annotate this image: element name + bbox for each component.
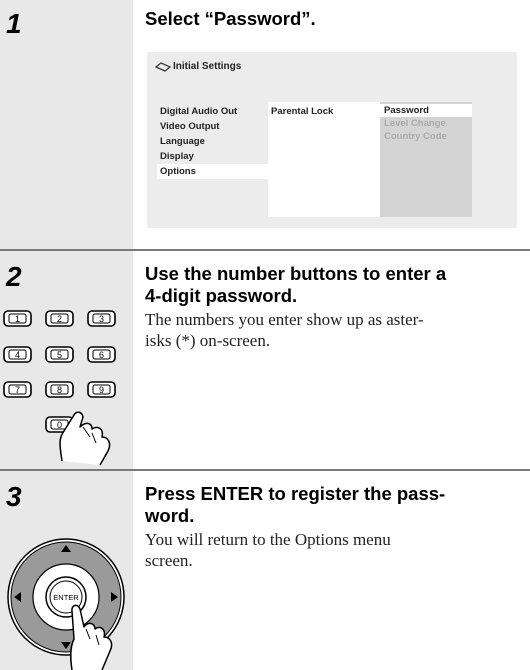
- menu-item-digital-audio-out[interactable]: Digital Audio Out: [160, 104, 268, 119]
- option-password[interactable]: Password: [380, 104, 472, 117]
- submenu-panel: Parental Lock: [268, 102, 380, 217]
- disc-icon: [155, 62, 171, 72]
- title-line: word.: [145, 505, 195, 526]
- key-2: 2: [45, 310, 74, 327]
- key-7: 7: [3, 381, 32, 398]
- menu-item-video-output[interactable]: Video Output: [160, 119, 268, 134]
- menu-item-display[interactable]: Display: [160, 149, 268, 164]
- key-label: 6: [99, 350, 104, 360]
- menu-item-options[interactable]: Options: [157, 164, 268, 179]
- menu-item-language[interactable]: Language: [160, 134, 268, 149]
- title-line: 4-digit password.: [145, 285, 298, 306]
- title-line: Use the number buttons to enter a: [145, 263, 447, 284]
- step-3: 3 Press ENTER to register the pass- word…: [0, 471, 530, 670]
- body-line: isks (*) on-screen.: [145, 331, 271, 350]
- title-line: Press ENTER to register the pass-: [145, 483, 446, 504]
- key-1: 1: [3, 310, 32, 327]
- settings-menu: Digital Audio Out Video Output Language …: [157, 104, 268, 179]
- submenu-item-parental-lock[interactable]: Parental Lock: [268, 104, 380, 119]
- key-label: 1: [15, 314, 20, 324]
- body-line: screen.: [145, 551, 193, 570]
- step-title: Press ENTER to register the pass- word.: [145, 483, 445, 527]
- key-label: 7: [15, 385, 20, 395]
- key-label: 2: [57, 314, 62, 324]
- key-4: 4: [3, 346, 32, 363]
- key-label: 9: [99, 385, 104, 395]
- remote-dpad-illustration: ENTER: [7, 538, 125, 670]
- body-line: You will return to the Options menu: [145, 530, 391, 549]
- key-label: 0: [57, 420, 62, 430]
- number-keypad-illustration: 1 2 3 4 5 6 7 8 9 0: [3, 310, 116, 466]
- key-9: 9: [87, 381, 116, 398]
- key-label: 8: [57, 385, 62, 395]
- step-body: The numbers you enter show up as aster- …: [145, 309, 525, 351]
- step-body: You will return to the Options menu scre…: [145, 529, 525, 571]
- key-label: 3: [99, 314, 104, 324]
- option-level-change: Level Change: [384, 118, 446, 129]
- step-title: Select “Password”.: [145, 8, 316, 29]
- key-3: 3: [87, 310, 116, 327]
- key-6: 6: [87, 346, 116, 363]
- step-number: 1: [6, 8, 22, 39]
- key-label: 5: [57, 350, 62, 360]
- key-label: 4: [15, 350, 20, 360]
- step-2: 2 Use the number buttons to enter a 4-di…: [0, 251, 530, 469]
- option-country-code: Country Code: [384, 131, 447, 142]
- options-panel: Password Level Change Country Code: [380, 102, 472, 217]
- key-5: 5: [45, 346, 74, 363]
- body-line: The numbers you enter show up as aster-: [145, 310, 424, 329]
- step-1: 1 Select “Password”. Initial Settings Di…: [0, 0, 530, 250]
- key-8: 8: [45, 381, 74, 398]
- enter-label: ENTER: [53, 593, 79, 602]
- initial-settings-screen: Initial Settings Digital Audio Out Video…: [147, 52, 517, 228]
- step-title: Use the number buttons to enter a 4-digi…: [145, 263, 446, 307]
- screen-title: Initial Settings: [173, 61, 242, 72]
